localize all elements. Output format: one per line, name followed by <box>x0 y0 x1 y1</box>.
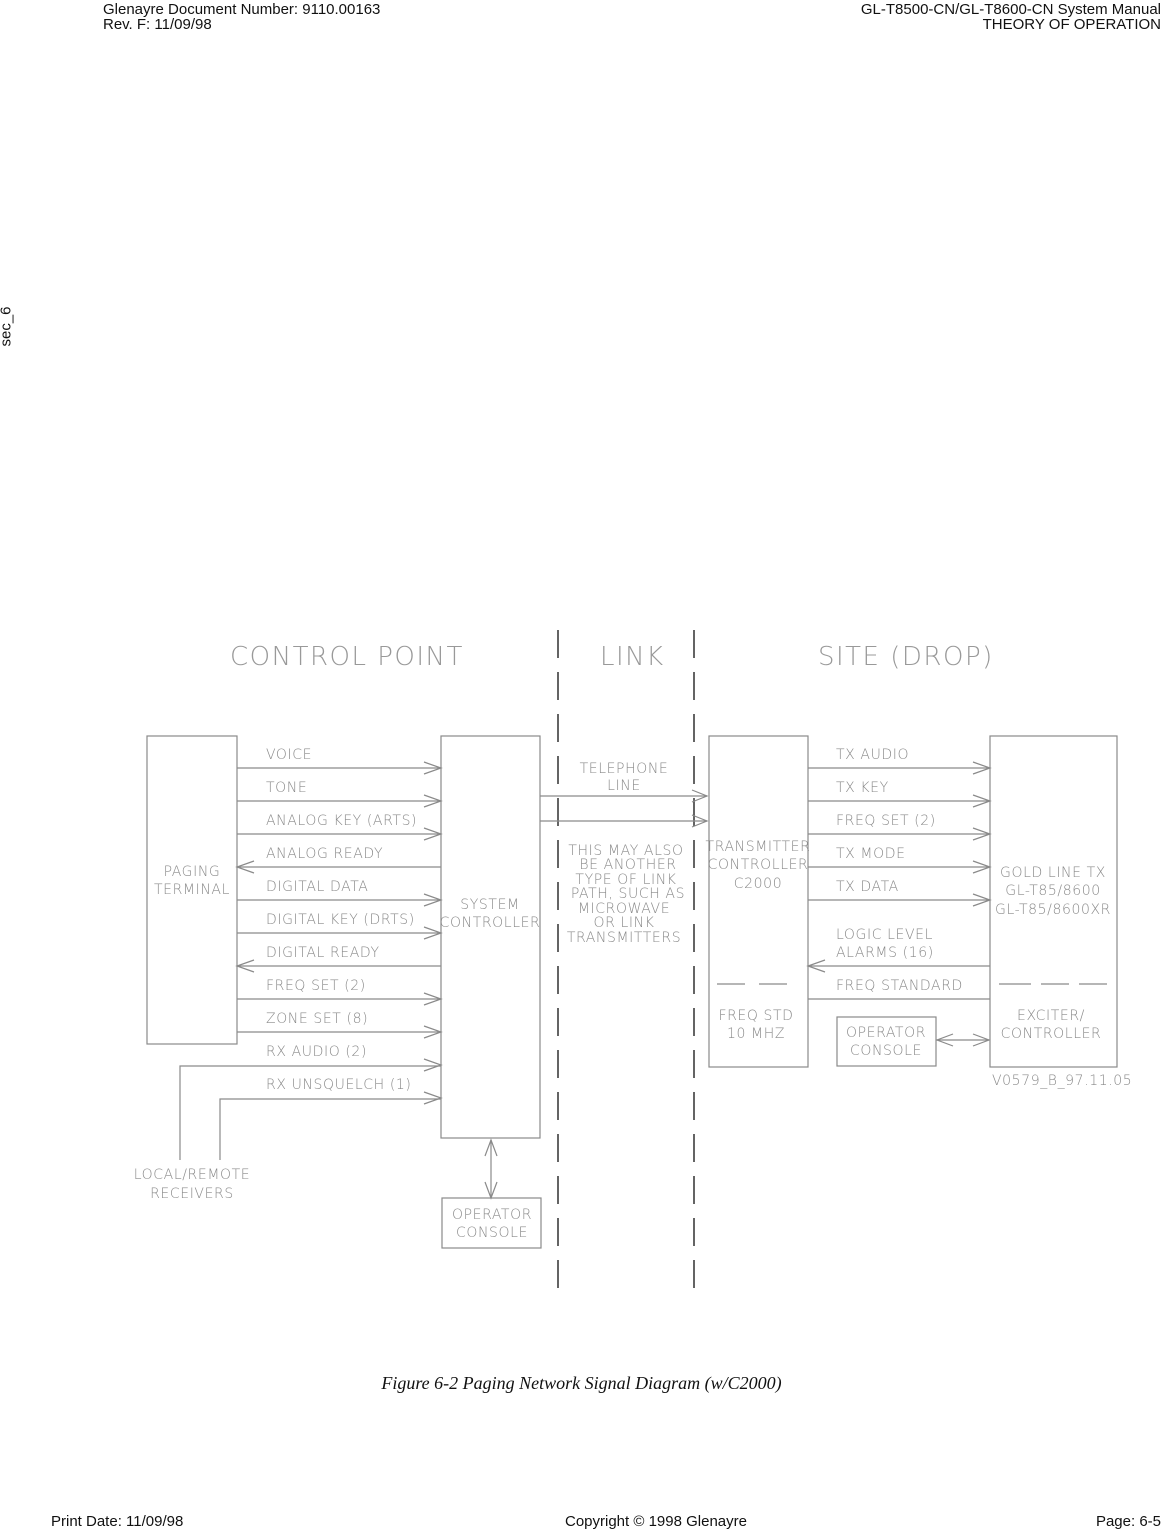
signal-label: DIGITAL KEY (DRTS) <box>266 912 415 928</box>
operator-console-right-label: OPERATOR <box>846 1025 926 1041</box>
gold-line-tx-label: GL-T85/8600 <box>1005 883 1100 899</box>
system-controller-block <box>440 735 541 1139</box>
transmitter-controller-label: C2000 <box>734 876 782 892</box>
gold-line-tx-label: GOLD LINE TX <box>1000 865 1106 881</box>
signal-label: FREQ SET (2) <box>836 813 936 829</box>
signal-label: FREQ STANDARD <box>836 978 963 994</box>
transmitter-controller-label: CONTROLLER <box>708 857 809 873</box>
signal-label: VOICE <box>266 747 312 763</box>
system-controller-label: CONTROLLER <box>440 915 541 931</box>
signal-label: TX KEY <box>836 780 889 796</box>
signal-label: RX AUDIO (2) <box>266 1044 367 1060</box>
section-site: SITE (DROP) <box>818 642 994 672</box>
signal-label: ALARMS (16) <box>836 945 934 961</box>
operator-console-left-label: OPERATOR <box>452 1207 532 1223</box>
exciter-controller-label: EXCITER/ <box>1017 1008 1085 1024</box>
section-control-point: CONTROL POINT <box>230 642 464 672</box>
drawing-id: V0579_B_97.11.05 <box>992 1073 1132 1089</box>
signal-label: ANALOG KEY (ARTS) <box>266 813 417 829</box>
page-number: Page: 6-5 <box>1095 1513 1161 1530</box>
arrow-head-icon <box>423 1091 443 1105</box>
section-link: LINK <box>600 642 665 672</box>
signal-label: ANALOG READY <box>266 846 383 862</box>
site-signal-group: TX AUDIO TX KEY FREQ SET (2) TX MODE TX DATA… <box>806 747 992 1000</box>
telephone-line-label: TELEPHONE <box>580 761 669 777</box>
copyright: Copyright © 1998 Glenayre <box>565 1513 747 1530</box>
transmitter-controller-label: TRANSMITTER <box>706 839 811 855</box>
freq-std-label: 10 MHZ <box>727 1026 785 1042</box>
exciter-controller-label: CONTROLLER <box>1001 1026 1102 1042</box>
paging-terminal-label: TERMINAL <box>154 882 230 898</box>
link-note: OR LINK <box>594 915 655 931</box>
paging-terminal-label: PAGING <box>164 864 221 880</box>
link-note: TRANSMITTERS <box>567 930 681 946</box>
link-note: PATH, SUCH AS <box>571 886 685 902</box>
arrow-head-icon <box>423 1058 443 1072</box>
receivers-label: RECEIVERS <box>150 1186 234 1202</box>
print-date: Print Date: 11/09/98 <box>51 1513 184 1530</box>
operator-console-right-label: CONSOLE <box>850 1043 922 1059</box>
signal-label: TONE <box>266 780 307 796</box>
gold-line-tx-label: GL-T85/8600XR <box>995 902 1111 918</box>
signal-label: DIGITAL READY <box>266 945 380 961</box>
paging-network-signal-diagram: CONTROL POINT LINK SITE (DROP) PAGING TE… <box>134 630 1132 1300</box>
figure-caption: Figure 6-2 Paging Network Signal Diagram… <box>381 1373 782 1393</box>
freq-std-label: FREQ STD <box>718 1008 793 1024</box>
signal-label: TX AUDIO <box>836 747 909 763</box>
receivers-label: LOCAL/REMOTE <box>134 1167 250 1183</box>
signal-label: FREQ SET (2) <box>266 978 366 994</box>
signal-label: RX UNSQUELCH (1) <box>266 1077 411 1093</box>
signal-label: ZONE SET (8) <box>266 1011 368 1027</box>
signal-label: TX DATA <box>836 879 899 895</box>
signal-label: DIGITAL DATA <box>266 879 368 895</box>
rx-unsquelch-feed <box>219 1098 441 1160</box>
operator-console-left-label: CONSOLE <box>456 1225 528 1241</box>
telephone-line-label: LINE <box>607 778 641 794</box>
control-signal-group: VOICE TONE ANALOG KEY (ARTS) ANALOG READY DI… <box>235 747 443 1105</box>
system-controller-label: SYSTEM <box>460 897 519 913</box>
signal-label: TX MODE <box>836 846 906 862</box>
signal-label: LOGIC LEVEL <box>836 927 933 943</box>
link-note: BE ANOTHER <box>579 857 676 873</box>
